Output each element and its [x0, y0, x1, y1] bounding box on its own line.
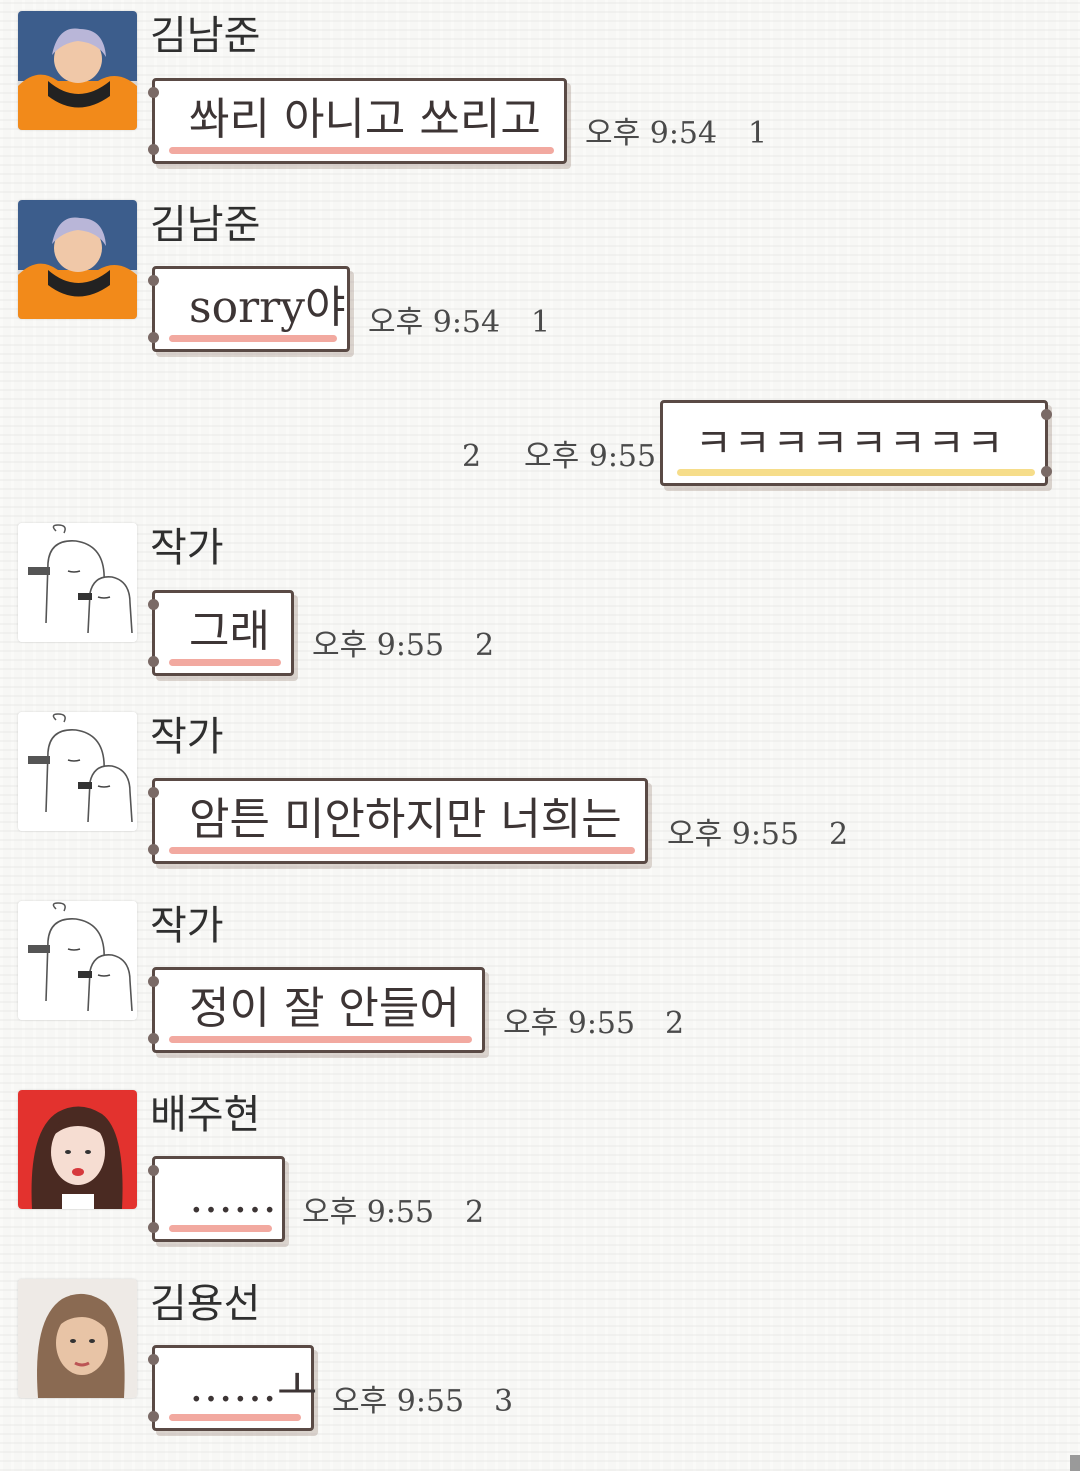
sender-name: 작가 — [150, 714, 224, 760]
message-time: 오후 9:55 — [503, 1006, 636, 1041]
avatar-photo-icon — [18, 11, 137, 130]
message-bubble[interactable]: 그래 — [148, 590, 294, 676]
cartoon-ghost-icon — [18, 712, 137, 831]
sender-name: 작가 — [150, 903, 224, 949]
message-time: 오후 9:55 — [332, 1384, 465, 1419]
message-text: 쏴리 아니고 쏘리고 — [189, 94, 541, 145]
message-time: 오후 9:54 — [585, 116, 718, 151]
message-time: 오후 9:55 — [312, 628, 445, 663]
message-text: ㅋㅋㅋㅋㅋㅋㅋㅋ — [695, 421, 1006, 467]
sender-name: 배주현 — [150, 1092, 261, 1138]
message-bubble[interactable]: sorry야 — [148, 266, 350, 352]
message-bubble[interactable]: 정이 잘 안들어 — [148, 967, 485, 1053]
sender-name: 작가 — [150, 525, 224, 571]
avatar[interactable] — [18, 1090, 137, 1209]
message-time: 오후 9:54 — [368, 305, 501, 340]
message-bubble[interactable]: 쏴리 아니고 쏘리고 — [148, 78, 567, 164]
avatar-photo-icon — [18, 200, 137, 319]
chat-log: 김남준 쏴리 아니고 쏘리고 오후 9:54 1 김남준 sorry야 오후 9… — [0, 0, 1080, 1471]
unread-count: 2 — [462, 439, 482, 474]
avatar[interactable] — [18, 11, 137, 130]
unread-count: 3 — [494, 1384, 514, 1419]
message-time: 오후 9:55 — [302, 1195, 435, 1230]
message-bubble[interactable]: ……ㅗ — [148, 1345, 318, 1431]
message-text: 암튼 미안하지만 너희는 — [189, 794, 622, 845]
sender-name: 김남준 — [150, 202, 261, 248]
cartoon-ghost-icon — [18, 523, 137, 642]
message-text: …… — [189, 1172, 277, 1223]
avatar[interactable] — [18, 712, 137, 831]
my-message-bubble[interactable]: ㅋㅋㅋㅋㅋㅋㅋㅋ — [660, 400, 1052, 486]
message-text: ……ㅗ — [189, 1361, 318, 1412]
unread-count: 2 — [475, 628, 495, 663]
unread-count: 2 — [829, 817, 849, 852]
message-time: 오후 9:55 — [667, 817, 800, 852]
message-text: 정이 잘 안들어 — [189, 983, 460, 1034]
avatar[interactable] — [18, 1279, 137, 1398]
unread-count: 2 — [665, 1006, 685, 1041]
sender-name: 김남준 — [150, 13, 261, 59]
message-text: sorry야 — [189, 282, 346, 333]
cartoon-ghost-icon — [18, 901, 137, 1020]
avatar[interactable] — [18, 523, 137, 642]
message-time: 오후 9:55 — [524, 439, 657, 474]
avatar-photo-icon — [18, 1279, 137, 1398]
message-bubble[interactable]: …… — [148, 1156, 285, 1242]
scrollbar-thumb[interactable] — [1070, 1455, 1080, 1471]
unread-count: 2 — [465, 1195, 485, 1230]
unread-count: 1 — [748, 116, 768, 151]
avatar[interactable] — [18, 200, 137, 319]
unread-count: 1 — [531, 305, 551, 340]
sender-name: 김용선 — [150, 1281, 261, 1327]
avatar[interactable] — [18, 901, 137, 1020]
message-text: 그래 — [189, 606, 270, 657]
avatar-photo-icon — [18, 1090, 137, 1209]
message-bubble[interactable]: 암튼 미안하지만 너희는 — [148, 778, 648, 864]
